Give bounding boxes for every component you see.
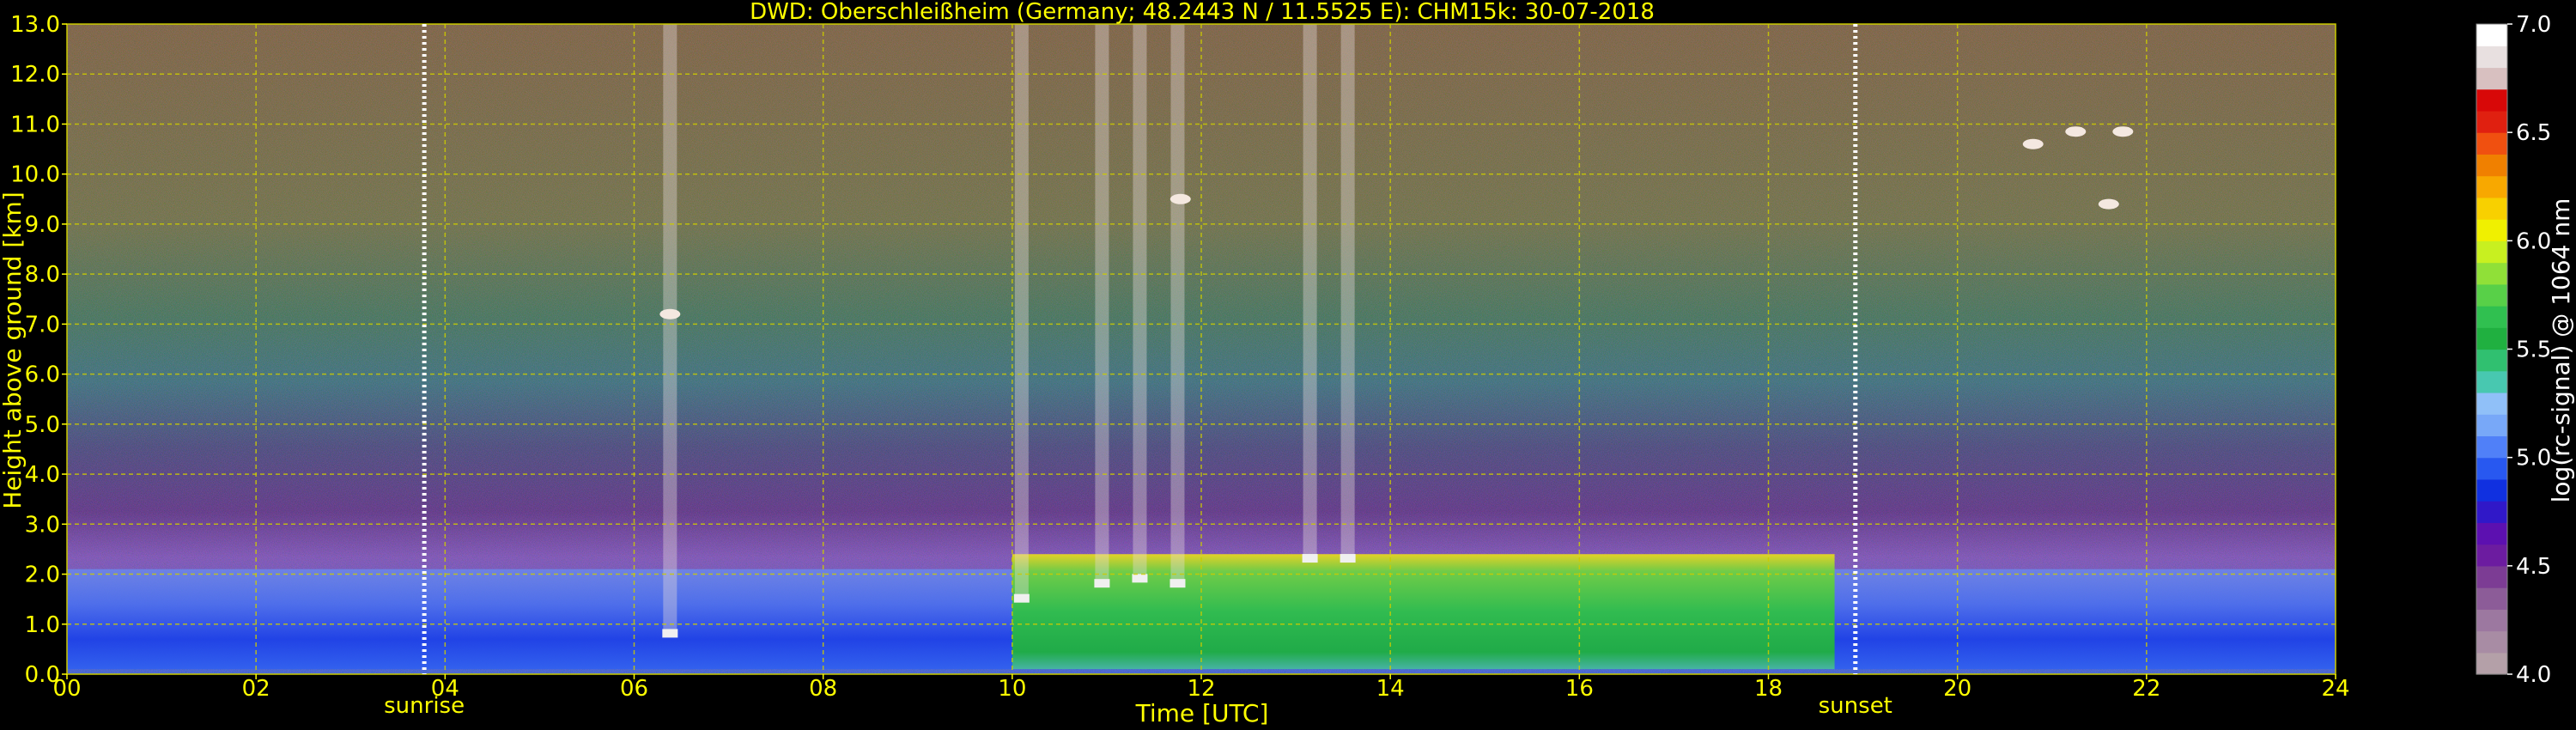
cloud-fragment — [2065, 126, 2087, 137]
x-tick-label: 04 — [431, 676, 459, 702]
colorbar-segment — [2476, 175, 2507, 198]
colorbar-tick-label: 4.5 — [2516, 554, 2551, 580]
colorbar-segment — [2476, 327, 2507, 350]
x-tick-label: 08 — [809, 676, 837, 702]
x-tick-label: 16 — [1565, 676, 1594, 702]
x-tick-label: 12 — [1187, 676, 1215, 702]
colorbar-segment — [2476, 240, 2507, 264]
y-tick-label: 0.0 — [25, 662, 60, 688]
y-tick-label: 9.0 — [25, 212, 60, 238]
x-tick-label: 20 — [1943, 676, 1971, 702]
precip-streak — [1170, 24, 1185, 585]
colorbar-segment — [2476, 609, 2507, 632]
y-tick-label: 2.0 — [25, 563, 60, 588]
colorbar-segment — [2476, 544, 2507, 567]
y-tick-label: 5.0 — [25, 412, 60, 438]
colorbar-segment — [2476, 110, 2507, 133]
colorbar-segment — [2476, 46, 2507, 69]
chart-title: DWD: Oberschleißheim (Germany; 48.2443 N… — [750, 0, 1655, 25]
colorbar-segment — [2476, 370, 2507, 393]
x-tick-label: 22 — [2132, 676, 2160, 702]
cloud-base-mark — [662, 629, 678, 638]
y-tick-label: 13.0 — [10, 12, 60, 38]
x-tick-label: 14 — [1376, 676, 1405, 702]
precip-streak — [1095, 24, 1109, 585]
colorbar-segment — [2476, 501, 2507, 523]
y-axis-label: Height above ground [km] — [0, 192, 27, 509]
colorbar-segment — [2476, 262, 2507, 285]
cloud-base-mark — [1013, 593, 1030, 603]
colorbar-segment — [2476, 478, 2507, 502]
colorbar-segment — [2476, 306, 2507, 328]
colorbar-tick-label: 7.0 — [2516, 12, 2551, 38]
colorbar-segment — [2476, 414, 2507, 437]
cloud-base-mark — [1170, 579, 1186, 588]
colorbar-segment — [2476, 154, 2507, 177]
cloud-base-mark — [1132, 574, 1148, 583]
colorbar-segment — [2476, 197, 2507, 220]
x-tick-label: 10 — [998, 676, 1026, 702]
x-tick-label: 02 — [242, 676, 270, 702]
precip-streak — [1014, 24, 1029, 599]
cloud-fragment — [659, 308, 681, 319]
precip-streak — [1303, 24, 1317, 560]
y-tick-label: 4.0 — [25, 462, 60, 488]
x-tick-label: 24 — [2321, 676, 2349, 702]
colorbar-segment — [2476, 392, 2507, 415]
colorbar-segment — [2476, 630, 2507, 654]
colorbar-segment — [2476, 283, 2507, 307]
ceilometer-chart: DWD: Oberschleißheim (Germany; 48.2443 N… — [0, 0, 2575, 727]
cloud-base-mark — [1302, 554, 1318, 563]
event-label-sunset: sunset — [1819, 693, 1893, 719]
cloud-base-mark — [1340, 554, 1356, 563]
precip-streak — [1340, 24, 1355, 560]
colorbar-segment — [2476, 522, 2507, 545]
x-axis-label: Time [UTC] — [1135, 699, 1269, 727]
precip-streak — [663, 24, 677, 635]
cloud-base-mark — [1094, 579, 1110, 588]
cloud-fragment — [2098, 198, 2119, 210]
x-tick-label: 18 — [1754, 676, 1783, 702]
cloud-fragment — [1170, 193, 1191, 204]
y-tick-label: 10.0 — [10, 162, 60, 188]
y-tick-label: 11.0 — [10, 112, 60, 137]
y-tick-label: 7.0 — [25, 312, 60, 338]
precip-streak — [1133, 24, 1147, 580]
colorbar-tick-label: 6.5 — [2516, 120, 2551, 146]
cloud-fragment — [2112, 126, 2134, 137]
colorbar-segment — [2476, 88, 2507, 112]
colorbar-segment — [2476, 132, 2507, 155]
y-tick-label: 3.0 — [25, 512, 60, 538]
y-tick-label: 1.0 — [25, 612, 60, 638]
colorbar-segment — [2476, 565, 2507, 588]
colorbar-segment — [2476, 652, 2507, 675]
x-tick-label: 06 — [620, 676, 648, 702]
colorbar-label: log(rc-signal) @ 1064 nm — [2547, 198, 2575, 503]
colorbar-segment — [2476, 67, 2507, 90]
colorbar-segment — [2476, 349, 2507, 372]
cloud-fragment — [2022, 138, 2044, 149]
y-tick-label: 6.0 — [25, 362, 60, 388]
colorbar: 4.04.55.05.56.06.57.0 — [2476, 12, 2551, 688]
colorbar-segment — [2476, 435, 2507, 459]
y-tick-label: 12.0 — [10, 62, 60, 88]
colorbar-segment — [2476, 219, 2507, 241]
colorbar-segment — [2476, 457, 2507, 480]
colorbar-tick-label: 4.0 — [2516, 662, 2551, 688]
y-tick-label: 8.0 — [25, 262, 60, 288]
colorbar-segment — [2476, 587, 2507, 610]
colorbar-segment — [2476, 24, 2507, 46]
